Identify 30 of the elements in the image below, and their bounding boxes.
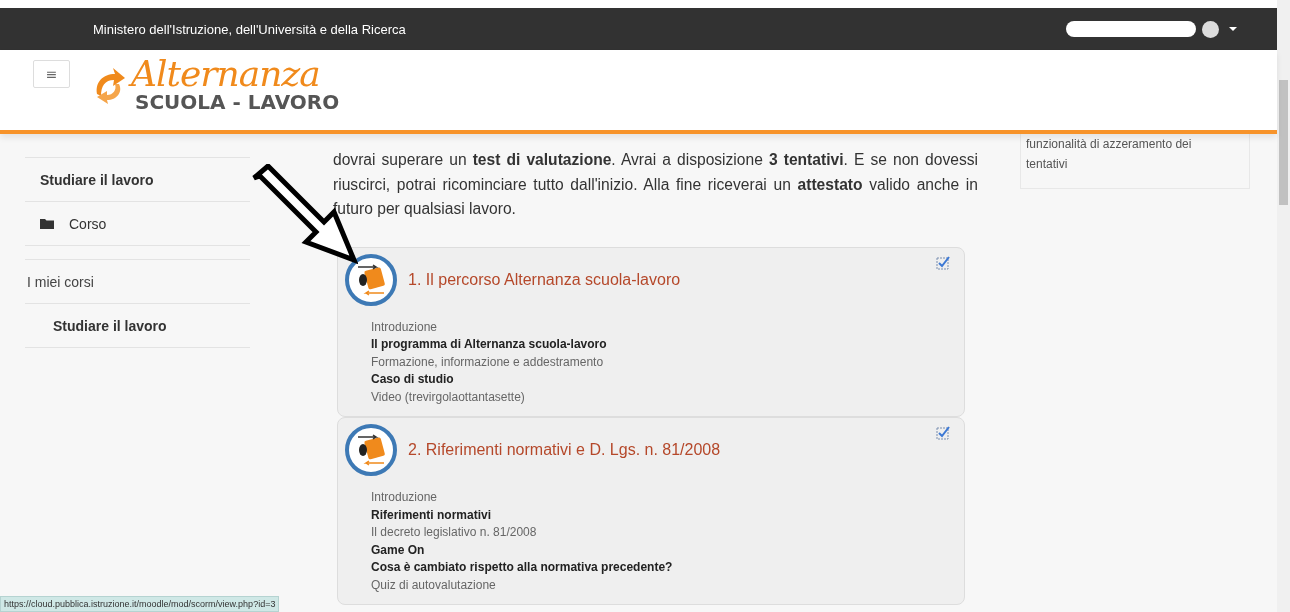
nav-link[interactable]: Studiare il lavoro <box>40 171 154 188</box>
activity-label: Introduzione <box>371 489 439 506</box>
scrollbar[interactable] <box>1277 0 1290 612</box>
section-title[interactable]: 2. Riferimenti normativi e D. Lgs. n. 81/2008 <box>408 441 721 459</box>
ministry-title: Ministero dell'Istruzione, dell'Università e della Ricerca <box>93 21 407 37</box>
section-title[interactable]: 1. Il percorso Alternanza scuola-lavoro <box>408 270 681 289</box>
caret-icon[interactable] <box>1229 27 1237 31</box>
folder-icon <box>40 218 54 229</box>
activity-label: Video (trevirgolaottantasette) <box>371 388 526 406</box>
completion-checkbox-icon[interactable] <box>936 426 950 440</box>
activity-label: Quiz di autovalutazione <box>371 576 497 594</box>
activity-link[interactable]: Caso di studio <box>371 371 954 389</box>
status-url: https://cloud.pubblica.istruzione.it/moodle/mod/scorm/view.php?id=3 <box>4 599 276 609</box>
nav-link[interactable]: Studiare il lavoro <box>53 317 167 334</box>
activity-label: Introduzione <box>371 318 439 336</box>
activity-link[interactable]: Game On <box>371 541 954 559</box>
completion-checkbox-icon[interactable] <box>936 255 950 270</box>
avatar-icon[interactable] <box>1202 20 1219 38</box>
nav-link[interactable]: Corso <box>69 215 107 232</box>
user-name-redacted[interactable] <box>1066 21 1196 37</box>
nav-link[interactable]: I miei corsi <box>27 273 94 290</box>
info-text: funzionalità di azzeramento dei tentativi <box>1020 134 1250 189</box>
activity-link[interactable]: Il programma di Alternanza scuola-lavoro <box>371 336 954 354</box>
menu-button[interactable]: ≡ <box>33 60 70 88</box>
logo-subtitle: SCUOLA - LAVORO <box>135 92 340 112</box>
activity-label: Il decreto legislativo n. 81/2008 <box>371 524 538 541</box>
activity-link[interactable]: Cosa è cambiato rispetto alla normativa precedente? <box>371 559 954 577</box>
activity-label: Formazione, informazione e addestramento <box>371 353 605 371</box>
scrollbar-thumb[interactable] <box>1279 80 1288 205</box>
activity-link[interactable]: Riferimenti normativi <box>371 506 954 524</box>
